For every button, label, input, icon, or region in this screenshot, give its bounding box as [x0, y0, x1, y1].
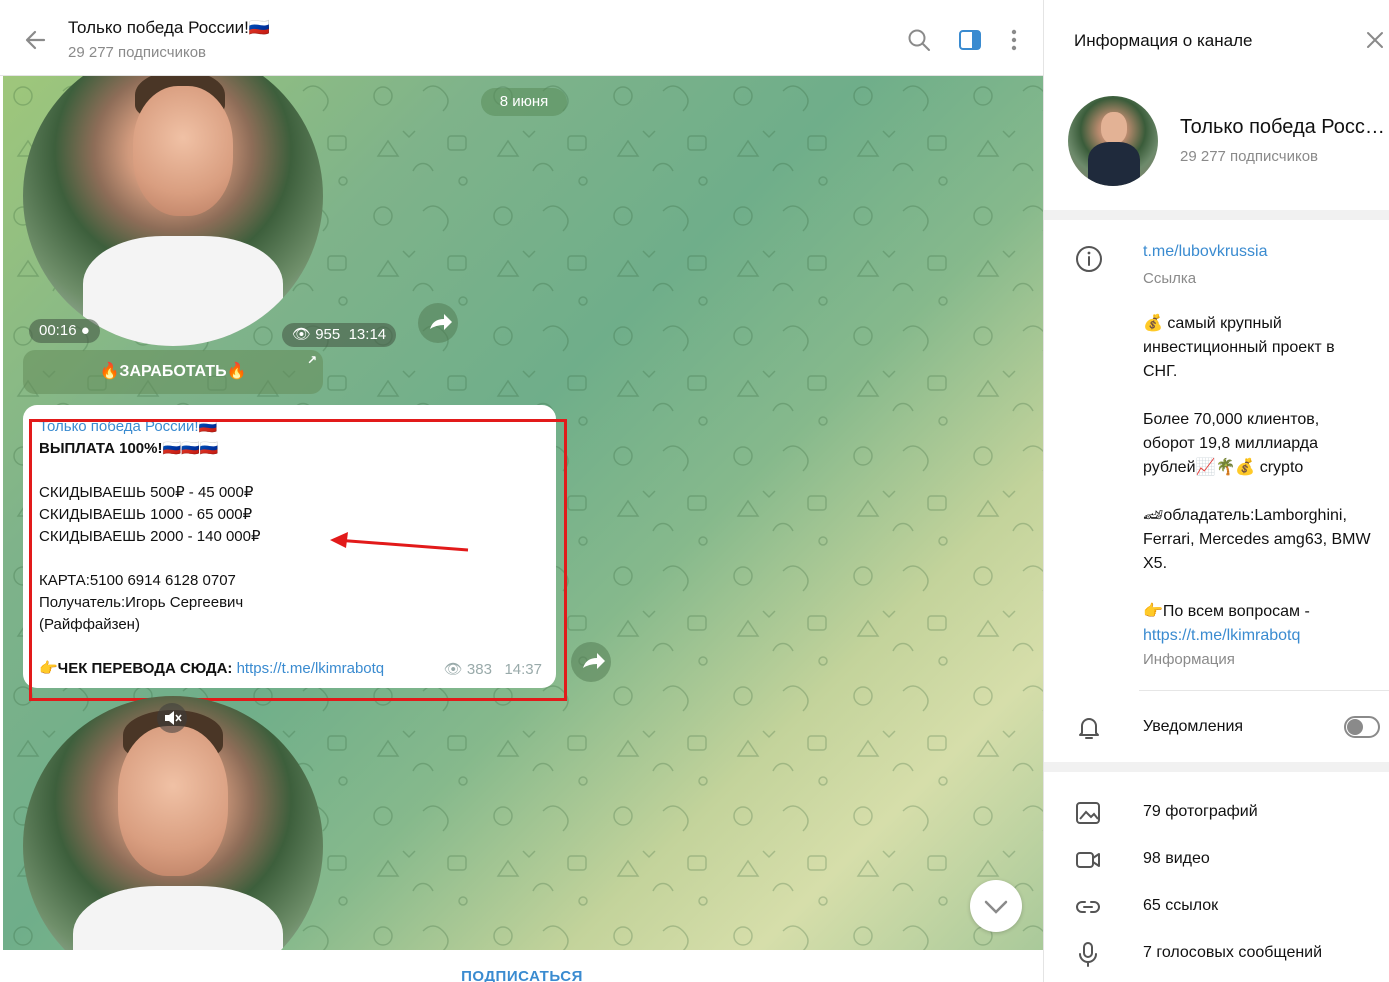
bell-icon [1079, 718, 1099, 739]
media-row-videos[interactable]: 98 видео [1044, 840, 1389, 880]
mute-button[interactable] [157, 703, 187, 733]
media-label: 65 ссылок [1143, 897, 1219, 914]
chat-header: Только победа России!🇷🇺 29 277 подписчик… [0, 0, 1043, 76]
round-video-message[interactable] [23, 696, 323, 982]
video-icon [1076, 852, 1100, 868]
channel-link[interactable]: t.me/lubovkrussia [1143, 243, 1268, 261]
media-row-photos[interactable]: 79 фотографий [1044, 793, 1389, 833]
chat-panel: Только победа России!🇷🇺 29 277 подписчик… [0, 0, 1044, 982]
search-icon[interactable] [906, 27, 932, 53]
forward-button[interactable] [418, 303, 458, 343]
round-video-message[interactable] [23, 46, 323, 346]
toggle-knob [1347, 719, 1363, 735]
video-duration: 00:16 [39, 322, 77, 339]
more-menu-icon[interactable] [1001, 27, 1027, 53]
forward-button[interactable] [571, 642, 611, 682]
channel-link-label: Ссылка [1143, 270, 1197, 287]
description-link[interactable]: https://t.me/lkimrabotq [1143, 627, 1300, 644]
notifications-toggle[interactable] [1344, 716, 1380, 738]
subscriber-count: 29 277 подписчиков [68, 44, 207, 61]
channel-name: Только победа России! [1180, 116, 1385, 138]
playing-dot-icon: ● [80, 322, 90, 339]
video-face [133, 86, 233, 216]
subscribe-button[interactable]: ПОДПИСАТЬСЯ [0, 968, 1043, 982]
channel-info-panel: Информация о канале Только победа России… [1044, 0, 1389, 982]
section-divider [1044, 210, 1389, 220]
external-link-icon: ↗ [306, 353, 317, 367]
muted-speaker-icon [165, 711, 182, 725]
row-divider [1139, 690, 1389, 691]
composer-bar: ПОДПИСАТЬСЯ [0, 950, 1043, 982]
telegram-app: Только победа России!🇷🇺 29 277 подписчик… [0, 0, 1389, 982]
share-arrow-icon [583, 653, 605, 669]
channel-title[interactable]: Только победа России!🇷🇺 [68, 18, 270, 38]
media-label: 98 видео [1143, 850, 1210, 867]
photo-icon [1076, 802, 1100, 824]
media-row-links[interactable]: 65 ссылок [1044, 887, 1389, 927]
channel-description: 💰 самый крупный инвестиционный проект в … [1143, 312, 1373, 648]
earn-button-label: 🔥ЗАРАБОТАТЬ🔥 [99, 363, 247, 380]
avatar-face [1101, 112, 1127, 144]
link-icon [1076, 901, 1100, 913]
video-shirt [83, 236, 283, 346]
sidebar-toggle-icon[interactable] [957, 27, 983, 53]
date-separator: 8 июня [481, 88, 567, 116]
chevron-down-icon [984, 900, 1008, 914]
red-arrow-annotation [330, 532, 469, 552]
info-icon [1076, 246, 1102, 272]
video-duration-badge: 00:16 ● [29, 319, 100, 343]
panel-title: Информация о канале [1074, 31, 1253, 50]
channel-avatar[interactable] [1068, 96, 1158, 186]
close-icon[interactable] [1364, 29, 1386, 51]
section-divider [1044, 762, 1389, 772]
video-face [118, 726, 228, 876]
scroll-down-button[interactable] [970, 880, 1022, 932]
microphone-icon [1079, 942, 1097, 967]
share-arrow-icon [430, 314, 452, 330]
avatar-shirt [1088, 142, 1140, 186]
back-arrow-icon[interactable] [22, 26, 50, 54]
description-text: 💰 самый крупный инвестиционный проект в … [1143, 315, 1371, 620]
video-time: 13:14 [348, 326, 387, 343]
media-label: 7 голосовых сообщений [1143, 944, 1323, 961]
earn-inline-button[interactable]: 🔥ЗАРАБОТАТЬ🔥 ↗ [23, 350, 323, 394]
notifications-label: Уведомления [1143, 718, 1244, 735]
video-meta-badge: 👁 955 13:14 [282, 323, 397, 347]
highlight-box [29, 419, 567, 701]
media-row-voice[interactable]: 7 голосовых сообщений [1044, 934, 1389, 974]
channel-subscribers: 29 277 подписчиков [1180, 148, 1319, 165]
video-views: 955 [315, 326, 341, 343]
media-label: 79 фотографий [1143, 803, 1258, 820]
description-label: Информация [1143, 651, 1235, 668]
